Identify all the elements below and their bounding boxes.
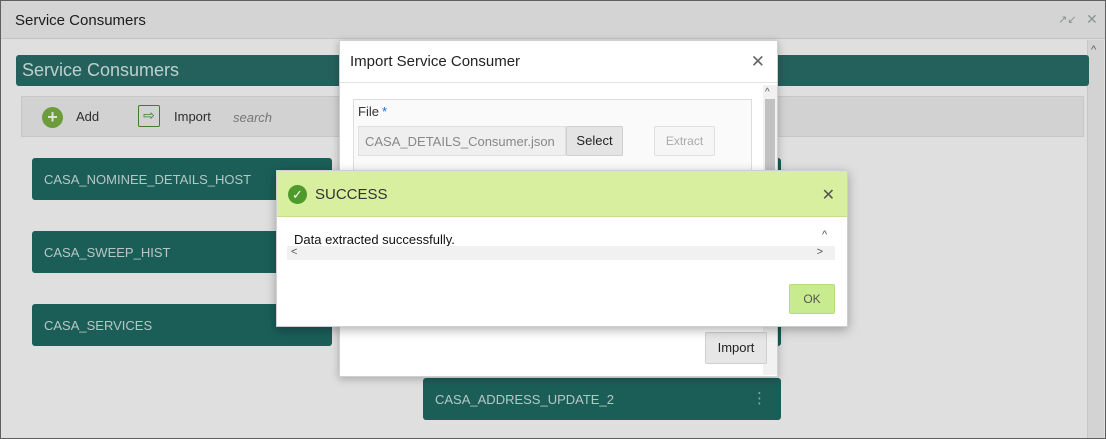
required-mark: * (381, 104, 388, 119)
select-button[interactable]: Select (566, 126, 623, 156)
success-message: Data extracted successfully. (294, 232, 455, 247)
extract-button[interactable]: Extract (654, 126, 715, 156)
file-label: File * (358, 104, 387, 119)
success-title: SUCCESS (315, 186, 388, 203)
success-dialog: ✓ SUCCESS ✕ Data extracted successfully.… (276, 170, 848, 327)
close-icon[interactable]: ✕ (751, 52, 765, 72)
horizontal-scrollbar[interactable]: < > (287, 246, 835, 260)
file-name-field[interactable]: CASA_DETAILS_Consumer.json (358, 126, 566, 156)
check-circle-icon: ✓ (288, 185, 307, 204)
import-dialog-title: Import Service Consumer (350, 53, 521, 70)
file-label-text: File (358, 104, 379, 119)
scroll-up-icon[interactable]: ^ (765, 87, 770, 98)
close-icon[interactable]: ✕ (822, 185, 835, 205)
scroll-right-icon[interactable]: > (817, 246, 823, 258)
import-submit-button[interactable]: Import (705, 332, 767, 364)
success-dialog-header: ✓ SUCCESS ✕ (277, 171, 847, 217)
scroll-up-icon[interactable]: ^ (822, 229, 827, 241)
ok-button[interactable]: OK (789, 284, 835, 314)
import-dialog-header: Import Service Consumer ✕ (340, 41, 777, 83)
scroll-left-icon[interactable]: < (291, 246, 297, 258)
